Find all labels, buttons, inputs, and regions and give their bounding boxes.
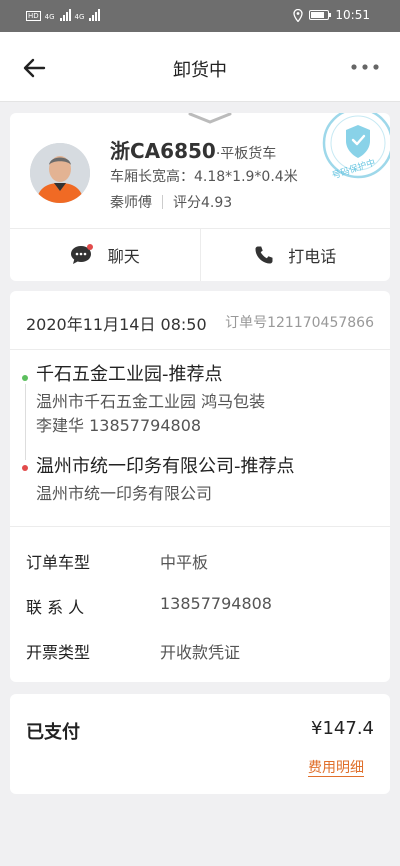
hd-icon: HD <box>26 11 41 21</box>
call-button[interactable]: 打电话 <box>199 229 391 281</box>
vehicle-dimensions: 车厢长宽高：4.18*1.9*0.4米 <box>110 169 298 185</box>
status-bar: HD 4G 4G 10:51 <box>0 0 400 32</box>
number-protection-seal-icon: 号码保护中 <box>322 113 390 181</box>
driver-card: 号码保护中 浙CA6850·平板货车 车厢长宽高：4.18*1.9*0.4米 秦… <box>10 113 390 281</box>
location-icon <box>293 8 304 22</box>
navigation-bar: 卸货中 <box>0 32 400 102</box>
signal-icon <box>59 9 71 21</box>
plate-number: 浙CA6850 <box>110 139 216 163</box>
pickup-contact: 李建华 13857794808 <box>36 416 202 435</box>
order-datetime: 2020年11月14日 08:50 <box>26 315 207 334</box>
detail-label: 订单车型 <box>26 553 91 572</box>
route-section: 千石五金工业园-推荐点 温州市千石五金工业园 鸿马包装 李建华 13857794… <box>10 350 390 527</box>
fee-details-link[interactable]: 费用明细 <box>308 760 364 777</box>
payment-card: 已支付 ¥147.4 费用明细 <box>10 694 390 794</box>
order-number[interactable]: 订单号121170457866 <box>225 312 374 332</box>
battery-icon <box>309 10 332 20</box>
detail-value: 中平板 <box>160 553 209 572</box>
order-card: 2020年11月14日 08:50 订单号121170457866 千石五金工业… <box>10 291 390 682</box>
network-type-1: 4G <box>44 13 55 21</box>
vehicle-type: ·平板货车 <box>215 146 277 162</box>
pickup-name: 千石五金工业园-推荐点 <box>36 364 223 385</box>
detail-label: 开票类型 <box>26 643 91 662</box>
status-right: 10:51 <box>293 8 370 22</box>
driver-rating: 评分4.93 <box>173 195 233 211</box>
driver-photo-icon <box>30 143 90 203</box>
pickup-dot-icon <box>22 375 28 381</box>
order-header: 2020年11月14日 08:50 订单号121170457866 <box>10 291 390 350</box>
route-line <box>25 384 26 460</box>
signal-icon <box>89 9 101 21</box>
payment-status: 已支付 <box>26 722 80 743</box>
dropoff-name: 温州市统一印务有限公司-推荐点 <box>36 456 295 477</box>
detail-value: 13857794808 <box>160 594 272 613</box>
signal-indicators: HD 4G 4G <box>26 9 101 21</box>
phone-icon <box>255 246 273 264</box>
divider <box>162 195 163 209</box>
more-options-icon[interactable] <box>350 60 380 74</box>
pickup-address: 温州市千石五金工业园 鸿马包装 <box>36 392 266 411</box>
chat-bubble-icon <box>70 244 93 264</box>
dropoff-address: 温州市统一印务有限公司 <box>36 484 213 503</box>
clock: 10:51 <box>335 8 370 22</box>
dropoff-dot-icon <box>22 465 28 471</box>
collapse-chevron-icon[interactable] <box>188 113 232 125</box>
vehicle-plate: 浙CA6850·平板货车 <box>110 135 276 164</box>
driver-name: 秦师傅 <box>110 195 152 211</box>
detail-label: 联 系 人 <box>26 598 85 617</box>
network-type-2: 4G <box>74 13 85 21</box>
payment-amount: ¥147.4 <box>311 718 374 739</box>
detail-value: 开收款凭证 <box>160 643 241 662</box>
chat-label: 聊天 <box>107 247 140 266</box>
driver-avatar <box>30 143 90 203</box>
chat-button[interactable]: 聊天 <box>10 229 200 281</box>
driver-info: 秦师傅 评分4.93 <box>110 192 232 212</box>
call-label: 打电话 <box>288 247 337 266</box>
contact-actions: 聊天 打电话 <box>10 228 390 281</box>
page-title: 卸货中 <box>173 60 227 81</box>
